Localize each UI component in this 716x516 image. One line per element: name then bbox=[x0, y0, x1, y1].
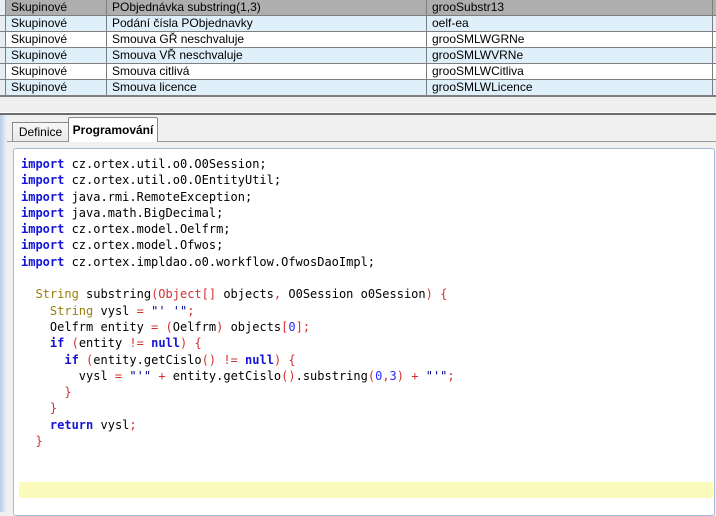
code-line: import java.rmi.RemoteException; bbox=[21, 189, 714, 205]
code-line bbox=[21, 449, 714, 465]
table-row[interactable]: SkupinovéSmouva licencegrooSMLWLicence bbox=[0, 80, 716, 96]
cell-identifier: grooSMLWGRNe bbox=[427, 32, 713, 47]
window-left-edge bbox=[0, 115, 7, 512]
cell-identifier: grooSMLWLicence bbox=[427, 80, 713, 95]
code-line bbox=[21, 466, 714, 482]
bottom-panel: DefiniceProgramování import cz.ortex.uti… bbox=[0, 115, 716, 512]
tab-programovani[interactable]: Programování bbox=[68, 117, 158, 142]
cell-identifier: grooSMLWVRNe bbox=[427, 48, 713, 63]
cell-category: Skupinové bbox=[6, 64, 107, 79]
code-line: import cz.ortex.model.Oelfrm; bbox=[21, 221, 714, 237]
cell-category: Skupinové bbox=[6, 80, 107, 95]
table-row[interactable]: SkupinovéSmouva citlivágrooSMLWCitliva bbox=[0, 64, 716, 80]
code-line bbox=[21, 482, 714, 498]
code-line: import cz.ortex.util.o0.OEntityUtil; bbox=[21, 172, 714, 188]
code-line: if (entity.getCislo() != null) { bbox=[21, 352, 714, 368]
code-line: import cz.ortex.impldao.o0.workflow.Ofwo… bbox=[21, 254, 714, 270]
code-line: } bbox=[21, 400, 714, 416]
code-editor[interactable]: import cz.ortex.util.o0.O0Session;import… bbox=[13, 148, 715, 516]
code-line: import java.math.BigDecimal; bbox=[21, 205, 714, 221]
code-line: if (entity != null) { bbox=[21, 335, 714, 351]
cell-description: Smouva VŘ neschvaluje bbox=[107, 48, 427, 63]
table-row[interactable]: SkupinovéPObjednávka substring(1,3)grooS… bbox=[0, 0, 716, 16]
cell-category: Skupinové bbox=[6, 32, 107, 47]
code-line: String substring(Object[] objects, O0Ses… bbox=[21, 286, 714, 302]
code-line: vysl = "'" + entity.getCislo().substring… bbox=[21, 368, 714, 384]
cell-description: Podání čísla PObjednavky bbox=[107, 16, 427, 31]
tab-definice[interactable]: Definice bbox=[12, 122, 69, 141]
table-footer-gap bbox=[0, 96, 716, 112]
code-line: String vysl = "' '"; bbox=[21, 303, 714, 319]
code-line: import cz.ortex.util.o0.O0Session; bbox=[21, 156, 714, 172]
code-line: Oelfrm entity = (Oelfrm) objects[0]; bbox=[21, 319, 714, 335]
cell-category: Skupinové bbox=[6, 0, 107, 15]
cell-description: PObjednávka substring(1,3) bbox=[107, 0, 427, 15]
cell-description: Smouva GŘ neschvaluje bbox=[107, 32, 427, 47]
cell-identifier: oelf-ea bbox=[427, 16, 713, 31]
workflow-editor-window: SkupinovéPObjednávka substring(1,3)grooS… bbox=[0, 0, 716, 512]
cell-description: Smouva citlivá bbox=[107, 64, 427, 79]
cell-category: Skupinové bbox=[6, 16, 107, 31]
code-line: return vysl; bbox=[21, 417, 714, 433]
cell-description: Smouva licence bbox=[107, 80, 427, 95]
conditions-table: SkupinovéPObjednávka substring(1,3)grooS… bbox=[0, 0, 716, 96]
code-content: import cz.ortex.util.o0.O0Session;import… bbox=[21, 156, 714, 498]
code-line: import cz.ortex.model.Ofwos; bbox=[21, 237, 714, 253]
cell-identifier: grooSMLWCitliva bbox=[427, 64, 713, 79]
code-line bbox=[21, 270, 714, 286]
table-row[interactable]: SkupinovéSmouva VŘ neschvalujegrooSMLWVR… bbox=[0, 48, 716, 64]
code-line: } bbox=[21, 433, 714, 449]
cell-category: Skupinové bbox=[6, 48, 107, 63]
table-row[interactable]: SkupinovéSmouva GŘ neschvalujegrooSMLWGR… bbox=[0, 32, 716, 48]
cell-identifier: grooSubstr13 bbox=[427, 0, 713, 15]
table-row[interactable]: SkupinovéPodání čísla PObjednavkyoelf-ea bbox=[0, 16, 716, 32]
code-line: } bbox=[21, 384, 714, 400]
